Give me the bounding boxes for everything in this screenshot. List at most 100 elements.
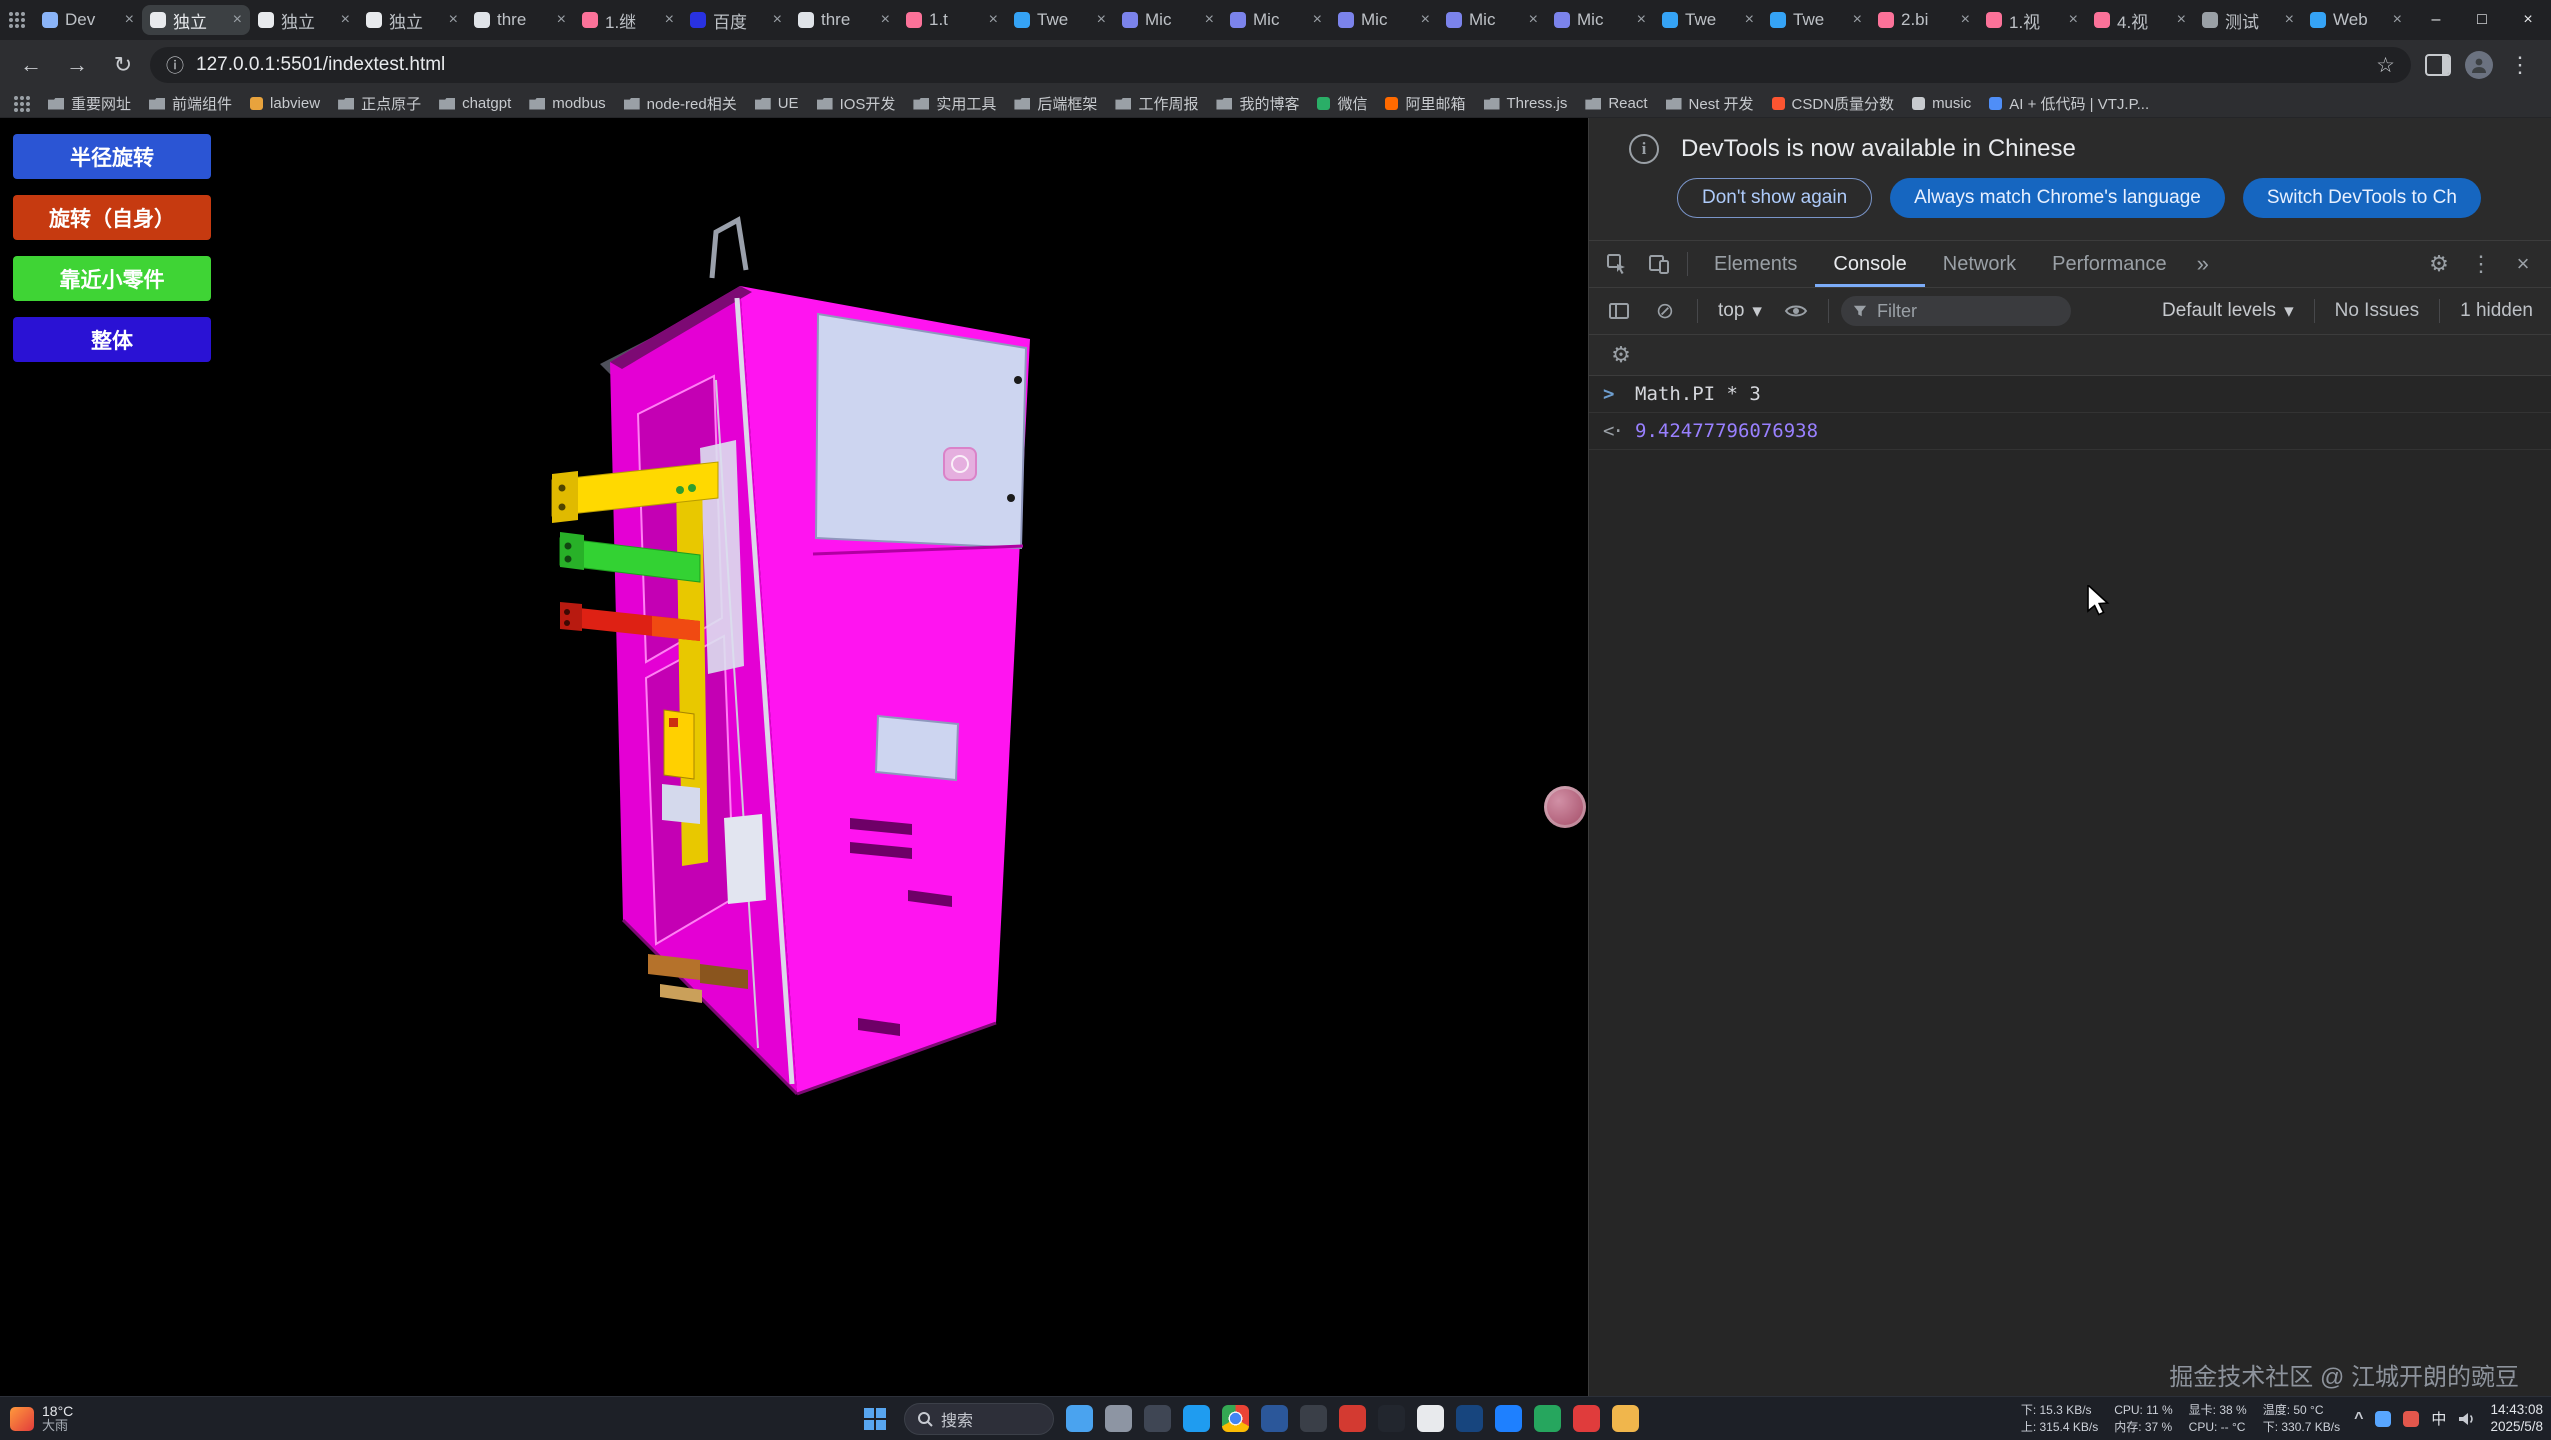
browser-tab[interactable]: Mic × xyxy=(1114,5,1222,35)
viewer-button[interactable]: 整体 xyxy=(13,317,211,362)
bookmark-item[interactable]: 我的博客 xyxy=(1216,93,1299,114)
tab-search-button[interactable] xyxy=(0,6,34,34)
devtools-tab[interactable]: Elements xyxy=(1696,241,1815,287)
taskbar-app-icon[interactable] xyxy=(1534,1405,1561,1432)
device-toolbar-button[interactable] xyxy=(1639,246,1679,282)
bookmark-item[interactable]: 后端框架 xyxy=(1014,93,1097,114)
browser-tab[interactable]: Twe × xyxy=(1762,5,1870,35)
devtools-menu-button[interactable]: ⋮ xyxy=(2461,246,2501,282)
bookmark-item[interactable]: UE xyxy=(755,95,799,112)
bookmark-item[interactable]: music xyxy=(1912,95,1971,112)
tab-close-icon[interactable]: × xyxy=(1961,12,1970,28)
bookmark-star-icon[interactable]: ☆ xyxy=(2376,53,2395,78)
browser-tab[interactable]: 独立 × xyxy=(250,5,358,35)
tab-close-icon[interactable]: × xyxy=(2393,12,2402,28)
more-tabs-button[interactable]: » xyxy=(2187,251,2219,277)
tab-close-icon[interactable]: × xyxy=(2069,12,2078,28)
taskbar-app-icon[interactable] xyxy=(1300,1405,1327,1432)
address-bar[interactable]: ⓘ 127.0.0.1:5501/indextest.html ☆ xyxy=(150,47,2411,83)
browser-tab[interactable]: 2.bi × xyxy=(1870,5,1978,35)
switch-language-button[interactable]: Switch DevTools to Ch xyxy=(2243,178,2481,218)
system-stats-widget[interactable]: 下: 15.3 KB/s 上: 315.4 KB/s CPU: 11 % 内存:… xyxy=(2021,1402,2340,1434)
browser-tab[interactable]: Mic × xyxy=(1438,5,1546,35)
bookmark-item[interactable]: modbus xyxy=(529,95,605,112)
tab-close-icon[interactable]: × xyxy=(665,12,674,28)
taskbar-app-icon[interactable] xyxy=(1183,1405,1210,1432)
tab-close-icon[interactable]: × xyxy=(1097,12,1106,28)
live-expression-button[interactable] xyxy=(1776,293,1816,329)
browser-tab[interactable]: Dev × xyxy=(34,5,142,35)
taskbar-clock[interactable]: 14:43:08 2025/5/8 xyxy=(2490,1402,2543,1434)
bookmark-item[interactable]: React xyxy=(1585,95,1647,112)
browser-tab[interactable]: 1.t × xyxy=(898,5,1006,35)
tab-close-icon[interactable]: × xyxy=(233,12,242,28)
taskbar-app-icon[interactable] xyxy=(1573,1405,1600,1432)
window-minimize-button[interactable]: – xyxy=(2413,0,2459,40)
match-language-button[interactable]: Always match Chrome's language xyxy=(1890,178,2225,218)
tab-close-icon[interactable]: × xyxy=(557,12,566,28)
bookmark-item[interactable]: IOS开发 xyxy=(817,93,896,114)
apps-grid-icon[interactable] xyxy=(14,96,30,112)
window-maximize-button[interactable]: □ xyxy=(2459,0,2505,40)
browser-tab[interactable]: 1.视 × xyxy=(1978,5,2086,35)
taskbar-app-icon[interactable] xyxy=(1456,1405,1483,1432)
browser-tab[interactable]: Web × xyxy=(2302,5,2409,35)
browser-tab[interactable]: Twe × xyxy=(1006,5,1114,35)
tab-close-icon[interactable]: × xyxy=(773,12,782,28)
browser-tab[interactable]: 独立 × xyxy=(142,5,250,35)
window-close-button[interactable]: × xyxy=(2505,0,2551,40)
devtools-close-button[interactable]: × xyxy=(2503,246,2543,282)
floating-badge[interactable] xyxy=(1544,786,1586,828)
bookmark-item[interactable]: labview xyxy=(250,95,320,112)
context-selector[interactable]: top ▾ xyxy=(1710,300,1770,323)
inspect-element-button[interactable] xyxy=(1597,246,1637,282)
tab-close-icon[interactable]: × xyxy=(1421,12,1430,28)
viewer-button[interactable]: 旋转（自身） xyxy=(13,195,211,240)
bookmark-item[interactable]: chatgpt xyxy=(439,95,511,112)
taskbar-app-icon[interactable] xyxy=(1612,1405,1639,1432)
browser-tab[interactable]: 4.视 × xyxy=(2086,5,2194,35)
browser-tab[interactable]: 1.继 × xyxy=(574,5,682,35)
tab-close-icon[interactable]: × xyxy=(989,12,998,28)
browser-tab[interactable]: 独立 × xyxy=(358,5,466,35)
page-info-icon[interactable]: ⓘ xyxy=(166,52,184,78)
profile-avatar[interactable] xyxy=(2465,51,2493,79)
devtools-tab[interactable]: Console xyxy=(1815,241,1924,287)
console-settings-button[interactable]: ⚙ xyxy=(1601,337,1641,373)
bookmark-item[interactable]: Thress.js xyxy=(1484,95,1568,112)
taskbar-app-icon[interactable] xyxy=(1144,1405,1171,1432)
bookmark-item[interactable]: CSDN质量分数 xyxy=(1772,93,1895,114)
browser-tab[interactable]: Twe × xyxy=(1654,5,1762,35)
viewer-button[interactable]: 半径旋转 xyxy=(13,134,211,179)
hidden-messages-counter[interactable]: 1 hidden xyxy=(2452,300,2541,322)
bookmark-item[interactable]: node-red相关 xyxy=(624,93,737,114)
volume-icon[interactable] xyxy=(2458,1411,2476,1427)
tray-app-icon[interactable] xyxy=(2375,1411,2391,1427)
browser-menu-button[interactable]: ⋮ xyxy=(2501,46,2539,84)
tab-close-icon[interactable]: × xyxy=(2285,12,2294,28)
taskbar-app-icon[interactable] xyxy=(1495,1405,1522,1432)
taskbar-weather-widget[interactable]: 18°C 大雨 xyxy=(10,1397,73,1440)
bookmark-item[interactable]: 正点原子 xyxy=(338,93,421,114)
browser-tab[interactable]: 测试 × xyxy=(2194,5,2302,35)
bookmark-item[interactable]: 微信 xyxy=(1317,93,1367,114)
tab-close-icon[interactable]: × xyxy=(125,12,134,28)
bookmark-item[interactable]: 重要网址 xyxy=(48,93,131,114)
bookmark-item[interactable]: 前端组件 xyxy=(149,93,232,114)
url-text[interactable]: 127.0.0.1:5501/indextest.html xyxy=(196,54,2364,76)
tray-app-icon[interactable] xyxy=(2403,1411,2419,1427)
viewer-button[interactable]: 靠近小零件 xyxy=(13,256,211,301)
back-button[interactable]: ← xyxy=(12,46,50,84)
ime-indicator[interactable]: 中 xyxy=(2431,1408,2446,1429)
taskbar-search[interactable]: 搜索 xyxy=(904,1403,1054,1435)
taskbar-app-icon[interactable] xyxy=(1417,1405,1444,1432)
dont-show-again-button[interactable]: Don't show again xyxy=(1677,178,1872,218)
log-levels-selector[interactable]: Default levels ▾ xyxy=(2154,300,2302,323)
browser-tab[interactable]: Mic × xyxy=(1330,5,1438,35)
console-filter[interactable] xyxy=(1841,296,2071,326)
bookmark-item[interactable]: AI + 低代码 | VTJ.P... xyxy=(1989,93,2149,114)
tab-close-icon[interactable]: × xyxy=(341,12,350,28)
taskbar-app-icon[interactable] xyxy=(1066,1405,1093,1432)
tab-close-icon[interactable]: × xyxy=(1529,12,1538,28)
taskbar-app-icon[interactable] xyxy=(1105,1405,1132,1432)
